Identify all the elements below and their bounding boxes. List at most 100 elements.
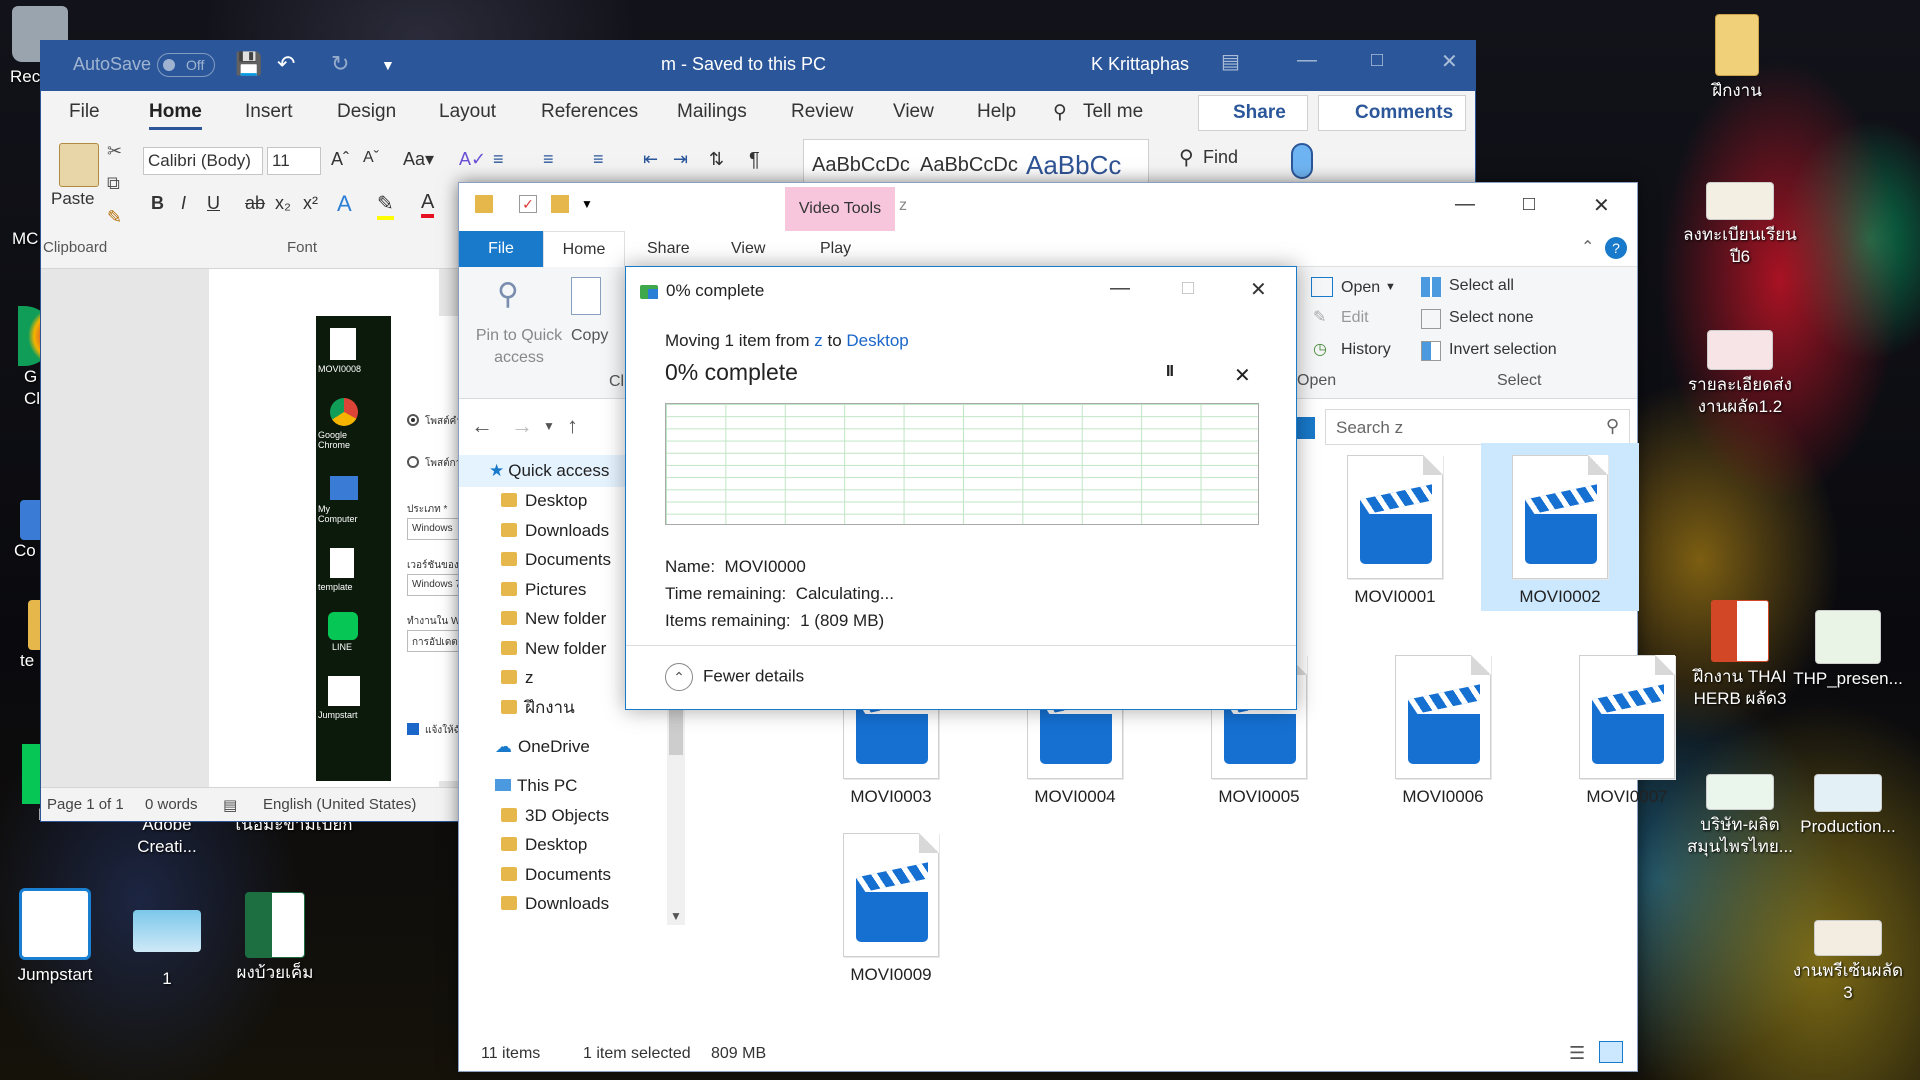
tab-file[interactable]: File: [69, 101, 100, 123]
find-button[interactable]: Find: [1203, 147, 1238, 168]
customize-qat-icon[interactable]: ▼: [381, 57, 395, 73]
copy-icon[interactable]: [571, 277, 601, 315]
maximize-icon[interactable]: □: [1523, 193, 1535, 216]
numbering-icon[interactable]: ≡: [543, 149, 554, 170]
invert-selection-icon[interactable]: [1421, 341, 1441, 361]
desktop-icon-production[interactable]: Production...: [1786, 774, 1910, 838]
nav-item-3d-objects[interactable]: 3D Objects: [459, 800, 669, 832]
find-icon[interactable]: ⚲: [1179, 145, 1194, 170]
style-heading1[interactable]: AaBbCc: [1026, 150, 1121, 181]
clear-format-icon[interactable]: A✓: [459, 149, 486, 170]
nav-item-desktop-pc[interactable]: Desktop: [459, 829, 669, 861]
qat-dropdown-icon[interactable]: ▼: [581, 197, 593, 211]
paste-button[interactable]: Paste: [51, 189, 94, 209]
style-normal[interactable]: AaBbCcDc: [812, 154, 910, 177]
dictate-icon[interactable]: [1291, 143, 1313, 179]
tab-home[interactable]: Home: [149, 101, 202, 130]
large-icons-view-icon[interactable]: [1599, 1041, 1623, 1063]
ribbon-display-icon[interactable]: ▤: [1221, 49, 1240, 74]
properties-icon[interactable]: ✓: [519, 195, 537, 213]
save-icon[interactable]: 💾: [235, 51, 262, 77]
collapse-ribbon-icon[interactable]: ⌃: [1581, 237, 1594, 257]
font-size-select[interactable]: 11: [267, 147, 321, 175]
undo-icon[interactable]: ↶: [277, 51, 295, 77]
search-icon[interactable]: ⚲: [1053, 101, 1067, 124]
underline-button[interactable]: U: [207, 193, 220, 214]
nav-item-documents-pc[interactable]: Documents: [459, 859, 669, 891]
file-item-movi0009[interactable]: MOVI0009: [821, 833, 961, 985]
tab-view[interactable]: View: [893, 101, 934, 123]
desktop-icon-register[interactable]: ลงทะเบียนเรียน ปี6: [1670, 182, 1810, 268]
tab-mailings[interactable]: Mailings: [677, 101, 747, 123]
file-item-movi0007[interactable]: MOVI0007: [1557, 655, 1697, 807]
tell-me-search[interactable]: Tell me: [1083, 101, 1143, 123]
desktop-icon-jumpstart[interactable]: Jumpstart: [0, 888, 110, 986]
address-dropdown-icon[interactable]: [1297, 417, 1315, 439]
select-none-button[interactable]: Select none: [1449, 309, 1534, 327]
file-item-movi0001[interactable]: MOVI0001: [1325, 455, 1465, 607]
edit-icon[interactable]: ✎: [1313, 307, 1326, 327]
tab-view[interactable]: View: [731, 240, 765, 258]
select-all-button[interactable]: Select all: [1449, 277, 1514, 295]
redo-icon[interactable]: ↻: [331, 51, 349, 77]
up-icon[interactable]: ↑: [567, 413, 578, 439]
user-name[interactable]: K Krittaphas: [1091, 54, 1189, 75]
file-item-movi0006[interactable]: MOVI0006: [1373, 655, 1513, 807]
sort-icon[interactable]: ⇅: [709, 149, 724, 170]
tab-insert[interactable]: Insert: [245, 101, 293, 123]
proofing-icon[interactable]: ▤: [223, 796, 237, 814]
open-icon[interactable]: [1311, 277, 1333, 297]
desktop-icon-thp-presentation[interactable]: THP_presen...: [1786, 610, 1910, 690]
multilevel-list-icon[interactable]: ≡: [593, 149, 604, 170]
paragraph-mark-icon[interactable]: ¶: [749, 149, 760, 172]
nav-item-this-pc[interactable]: This PC: [459, 770, 669, 802]
pin-to-quick-access-button[interactable]: Pin to Quick access: [469, 325, 569, 369]
style-no-spacing[interactable]: AaBbCcDc: [920, 154, 1018, 177]
language-status[interactable]: English (United States): [263, 796, 416, 813]
share-button[interactable]: Share: [1198, 95, 1308, 131]
forward-icon[interactable]: →: [511, 413, 533, 439]
change-case-icon[interactable]: Aa▾: [403, 149, 434, 170]
fewer-details-button[interactable]: ⌃ Fewer details: [665, 663, 804, 691]
bullets-icon[interactable]: ≡: [493, 149, 504, 170]
italic-button[interactable]: I: [181, 193, 186, 214]
cut-icon[interactable]: ✂: [107, 141, 122, 162]
close-icon[interactable]: ✕: [1441, 49, 1458, 74]
decrease-indent-icon[interactable]: ⇤: [643, 149, 658, 170]
minimize-icon[interactable]: —: [1455, 193, 1475, 216]
desktop-icon-internship[interactable]: ฝึกงาน: [1682, 14, 1792, 102]
open-dropdown-icon[interactable]: ▼: [1385, 281, 1396, 293]
tab-file[interactable]: File: [459, 231, 543, 267]
pause-button[interactable]: II: [1166, 363, 1174, 381]
copy-icon[interactable]: ⧉: [107, 173, 120, 194]
tab-layout[interactable]: Layout: [439, 101, 496, 123]
pin-icon[interactable]: ⚲: [497, 277, 519, 312]
increase-indent-icon[interactable]: ⇥: [673, 149, 688, 170]
paste-icon[interactable]: [59, 143, 99, 187]
minimize-icon[interactable]: —: [1110, 277, 1130, 300]
page-count[interactable]: Page 1 of 1: [47, 796, 124, 813]
close-icon[interactable]: ✕: [1593, 193, 1610, 218]
select-all-icon[interactable]: [1421, 277, 1441, 297]
grow-font-icon[interactable]: Aˆ: [331, 149, 349, 170]
tab-help[interactable]: Help: [977, 101, 1016, 123]
desktop-icon-1[interactable]: 1: [112, 910, 222, 990]
cancel-button[interactable]: ✕: [1234, 363, 1251, 388]
superscript-button[interactable]: x²: [303, 193, 318, 214]
scroll-down-icon[interactable]: ▼: [670, 909, 682, 923]
font-name-select[interactable]: Calibri (Body): [143, 147, 263, 175]
invert-selection-button[interactable]: Invert selection: [1449, 341, 1557, 359]
tab-share[interactable]: Share: [647, 240, 690, 258]
format-painter-icon[interactable]: ✎: [107, 207, 122, 228]
new-folder-icon[interactable]: [551, 195, 569, 213]
strikethrough-button[interactable]: ab: [245, 193, 265, 214]
recent-dropdown-icon[interactable]: ▼: [543, 419, 555, 433]
nav-item-downloads-pc[interactable]: Downloads: [459, 888, 669, 920]
maximize-icon[interactable]: □: [1371, 49, 1383, 72]
source-folder-link[interactable]: z: [814, 331, 823, 350]
tab-home[interactable]: Home: [543, 231, 625, 268]
help-icon[interactable]: ?: [1605, 237, 1627, 259]
open-button[interactable]: Open: [1341, 279, 1380, 297]
text-effects-icon[interactable]: A: [337, 191, 352, 217]
bold-button[interactable]: B: [151, 193, 164, 214]
